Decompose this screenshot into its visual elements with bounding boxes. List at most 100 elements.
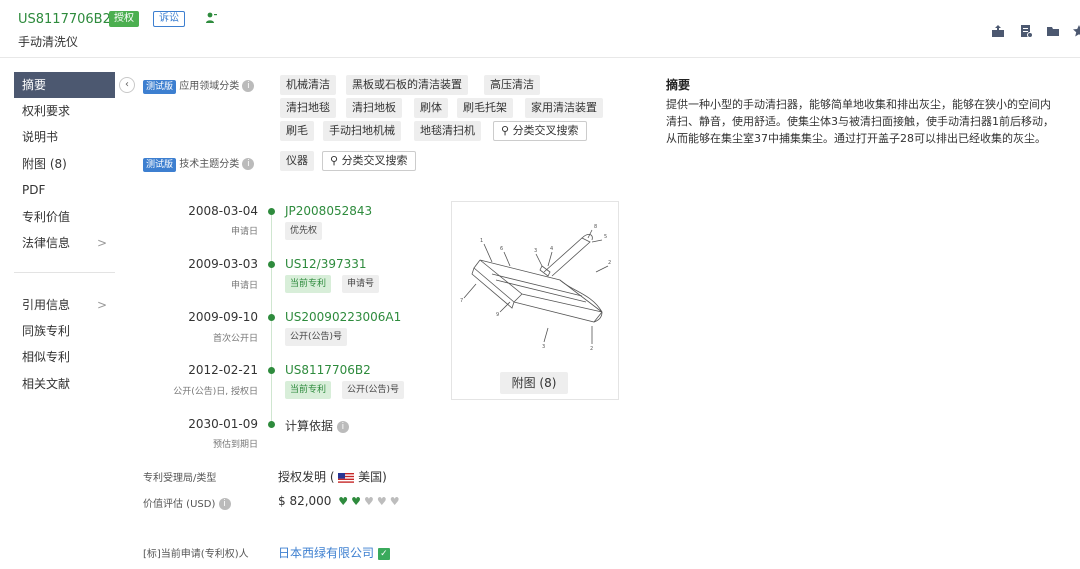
tech-topic-label-group: 测试版 技术主题分类 i [143, 155, 255, 172]
rating-heart-icon: ♥ [389, 495, 400, 508]
timeline-number-link[interactable]: JP2008052843 [285, 204, 372, 218]
timeline-date-type: 申请日 [230, 227, 258, 237]
sidebar-item-label: 权利要求 [22, 104, 71, 118]
office-country-text: 美国) [358, 470, 387, 484]
sidebar-item-label: 专利价值 [22, 210, 71, 224]
sidebar-item-drawings[interactable]: 附图 (8) [14, 151, 115, 177]
sidebar-item-similar[interactable]: 相似专利 [14, 344, 115, 370]
value-assessment-label: 价值评估 (USD) [143, 499, 216, 510]
value-rating: ♥ ♥ ♥ ♥ ♥ [335, 494, 399, 508]
beta-badge: 测试版 [143, 158, 177, 172]
classification-tag[interactable]: 地毯清扫机 [414, 121, 481, 141]
abstract-text: 提供一种小型的手动清扫器，能够简单地收集和排出灰尘，能够在狭小的空间内 清扫、静… [666, 96, 1080, 156]
applicant-label: [标]当前申请(专利权)人 [143, 549, 249, 560]
timeline-dot [268, 208, 275, 215]
patent-title: 手动清洗仪 [18, 35, 79, 49]
timeline-date-type: 申请日 [230, 281, 258, 291]
info-icon[interactable]: i [242, 158, 255, 170]
timeline-calc-basis[interactable]: 计算依据 i [285, 417, 349, 434]
classification-tag[interactable]: 机械清洁 [280, 75, 336, 95]
timeline-number-link[interactable]: US8117706B2 [285, 363, 371, 377]
litigation-badge[interactable]: 诉讼 [153, 11, 185, 27]
timeline-date: 2009-09-10 [188, 310, 258, 324]
rating-heart-icon: ♥ [338, 495, 349, 508]
classification-tag[interactable]: 高压清洁 [484, 75, 540, 95]
report-icon[interactable] [1019, 24, 1033, 38]
applicant: 日本西绿有限公司 ✓ [278, 544, 390, 561]
sidebar-item-label: 相关文献 [22, 377, 71, 391]
person-icon[interactable] [204, 11, 218, 25]
share-icon[interactable] [991, 24, 1005, 38]
classification-tag[interactable]: 黑板或石板的清洁装置 [346, 75, 468, 95]
sidebar-item-description[interactable]: 说明书 [14, 124, 115, 150]
sidebar-item-label: 引用信息 [22, 298, 71, 312]
svg-text:3: 3 [542, 344, 545, 350]
sidebar-item-patent-value[interactable]: 专利价值 [14, 204, 115, 230]
classification-tag[interactable]: 仪器 [280, 151, 314, 171]
info-icon[interactable]: i [336, 420, 349, 433]
timeline-date: 2008-03-04 [188, 204, 258, 218]
chevron-right-icon: > [96, 236, 107, 250]
rating-heart-icon: ♥ [351, 495, 362, 508]
drawings-count-button[interactable]: 附图 (8) [500, 372, 568, 394]
sidebar-item-label: 法律信息 [22, 236, 71, 250]
applicant-link[interactable]: 日本西绿有限公司 [278, 546, 374, 560]
svg-text:2: 2 [590, 346, 593, 352]
sidebar-item-label: 附图 (8) [22, 157, 67, 171]
timeline-chip: 当前专利 [285, 275, 332, 293]
folder-icon[interactable] [1046, 24, 1060, 38]
classification-tag[interactable]: 清扫地毯 [280, 98, 336, 118]
star-icon[interactable] [1072, 24, 1080, 38]
classification-tag[interactable]: 刷毛托架 [457, 98, 513, 118]
sidebar-item-label: 说明书 [22, 130, 59, 144]
classification-tag[interactable]: 清扫地板 [346, 98, 402, 118]
sidebar-item-related-docs[interactable]: 相关文献 [14, 371, 115, 397]
timeline-chip: 公开(公告)号 [342, 381, 405, 399]
search-icon: ⚲ [330, 154, 339, 167]
sidebar-item-claims[interactable]: 权利要求 [14, 98, 115, 124]
timeline-chip: 优先权 [285, 222, 323, 240]
sidebar-item-citations[interactable]: 引用信息 > [14, 292, 115, 318]
classification-tag[interactable]: 家用清洁装置 [525, 98, 603, 118]
classification-tag[interactable]: 刷体 [414, 98, 448, 118]
office-type-value: 授权发明 ( 美国) [278, 468, 387, 485]
info-icon[interactable]: i [242, 80, 255, 92]
beta-badge: 测试版 [143, 80, 177, 94]
info-icon[interactable]: i [218, 498, 231, 510]
sidebar-item-label: 摘要 [22, 78, 47, 92]
svg-text:1: 1 [480, 238, 483, 244]
sidebar-item-family[interactable]: 同族专利 [14, 318, 115, 344]
sidebar-item-abstract[interactable]: 摘要 [14, 72, 115, 98]
timeline-dot [268, 421, 275, 428]
cross-search-label: 分类交叉搜索 [512, 124, 579, 137]
sidebar-item-label: PDF [22, 183, 46, 197]
search-icon: ⚲ [501, 124, 510, 137]
abstract-title: 摘要 [666, 78, 691, 92]
value-amount: $ 82,000 [278, 494, 332, 508]
classification-tag[interactable]: 刷毛 [280, 121, 314, 141]
sidebar-nav: 摘要 权利要求 说明书 附图 (8) PDF 专利价值 法律信息 > 引用信息 > … [0, 58, 127, 569]
tech-topic-label: 技术主题分类 [179, 159, 240, 170]
verified-icon: ✓ [377, 547, 390, 560]
timeline-date-type: 公开(公告)日, 授权日 [173, 387, 258, 397]
timeline-number-link[interactable]: US20090223006A1 [285, 310, 401, 324]
classification-tag[interactable]: 手动扫地机械 [323, 121, 401, 141]
timeline-chip: 申请号 [342, 275, 380, 293]
collapse-sidebar-button[interactable]: ‹ [119, 77, 135, 93]
svg-text:4: 4 [550, 246, 553, 252]
cross-search-button[interactable]: ⚲ 分类交叉搜索 [322, 151, 416, 171]
patent-number[interactable]: US8117706B2 [18, 12, 111, 27]
rating-heart-icon: ♥ [364, 495, 374, 508]
sidebar-item-legal-info[interactable]: 法律信息 > [14, 230, 115, 256]
cross-search-button[interactable]: ⚲ 分类交叉搜索 [493, 121, 587, 141]
timeline-date: 2012-02-21 [188, 363, 258, 377]
chevron-right-icon: > [96, 298, 107, 312]
sidebar-item-pdf[interactable]: PDF [14, 177, 115, 203]
timeline-number-link[interactable]: US12/397331 [285, 257, 367, 271]
timeline-chip: 公开(公告)号 [285, 328, 348, 346]
sidebar-item-label: 同族专利 [22, 324, 71, 338]
office-type-label: 专利受理局/类型 [143, 473, 217, 484]
patent-drawing-thumbnail[interactable]: 1 6 3 4 8 5 2 7 9 3 2 [451, 201, 619, 400]
timeline-date-type: 预估到期日 [212, 440, 258, 450]
timeline-dot [268, 261, 275, 268]
